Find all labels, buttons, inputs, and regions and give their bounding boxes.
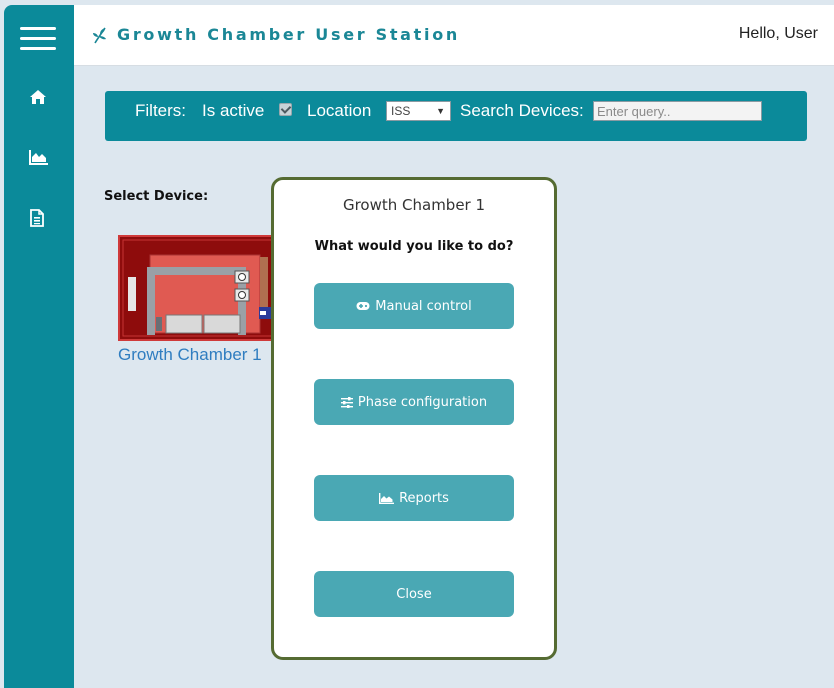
search-input[interactable] [593,101,762,121]
manual-control-label: Manual control [375,298,472,314]
gamepad-icon [356,301,370,311]
phase-configuration-label: Phase configuration [357,394,488,410]
modal-title: Growth Chamber 1 [342,196,486,214]
area-chart-icon[interactable] [29,149,49,167]
device-name-link[interactable]: Growth Chamber 1 [118,345,262,365]
leaf-icon [92,26,108,44]
reports-label: Reports [399,490,449,506]
search-devices-label: Search Devices: [460,101,584,120]
growth-chamber-image [120,237,276,339]
filters-label: Filters: [135,101,186,120]
user-greeting[interactable]: Hello, User [739,25,818,43]
close-label: Close [396,586,432,602]
location-select[interactable]: ISS ▼ [386,101,451,121]
reports-button[interactable]: Reports [314,475,514,521]
device-thumbnail[interactable] [118,235,278,341]
phase-configuration-button[interactable]: Phase configuration [314,379,514,425]
document-icon[interactable] [29,209,49,227]
filters-bar: Filters: Is active Location ISS ▼ Search… [105,91,807,141]
top-header: Growth Chamber User Station Hello, User [74,5,834,66]
sidebar [4,5,74,688]
app-frame: Growth Chamber User Station Hello, User … [0,0,834,688]
caret-down-icon: ▼ [436,106,445,116]
location-label: Location [307,101,372,120]
home-icon[interactable] [29,89,49,107]
manual-control-button[interactable]: Manual control [314,283,514,329]
app-title: Growth Chamber User Station [117,25,460,44]
is-active-checkbox[interactable] [279,103,292,116]
location-select-value: ISS [391,104,411,118]
sliders-icon [340,396,353,408]
is-active-label: Is active [202,101,265,120]
select-device-label: Select Device: [104,189,209,204]
close-button[interactable]: Close [314,571,514,617]
device-action-modal: Growth Chamber 1 What would you like to … [271,177,557,660]
area-chart-icon [379,492,395,504]
modal-question: What would you like to do? [314,239,514,254]
hamburger-menu-icon[interactable] [20,27,56,55]
